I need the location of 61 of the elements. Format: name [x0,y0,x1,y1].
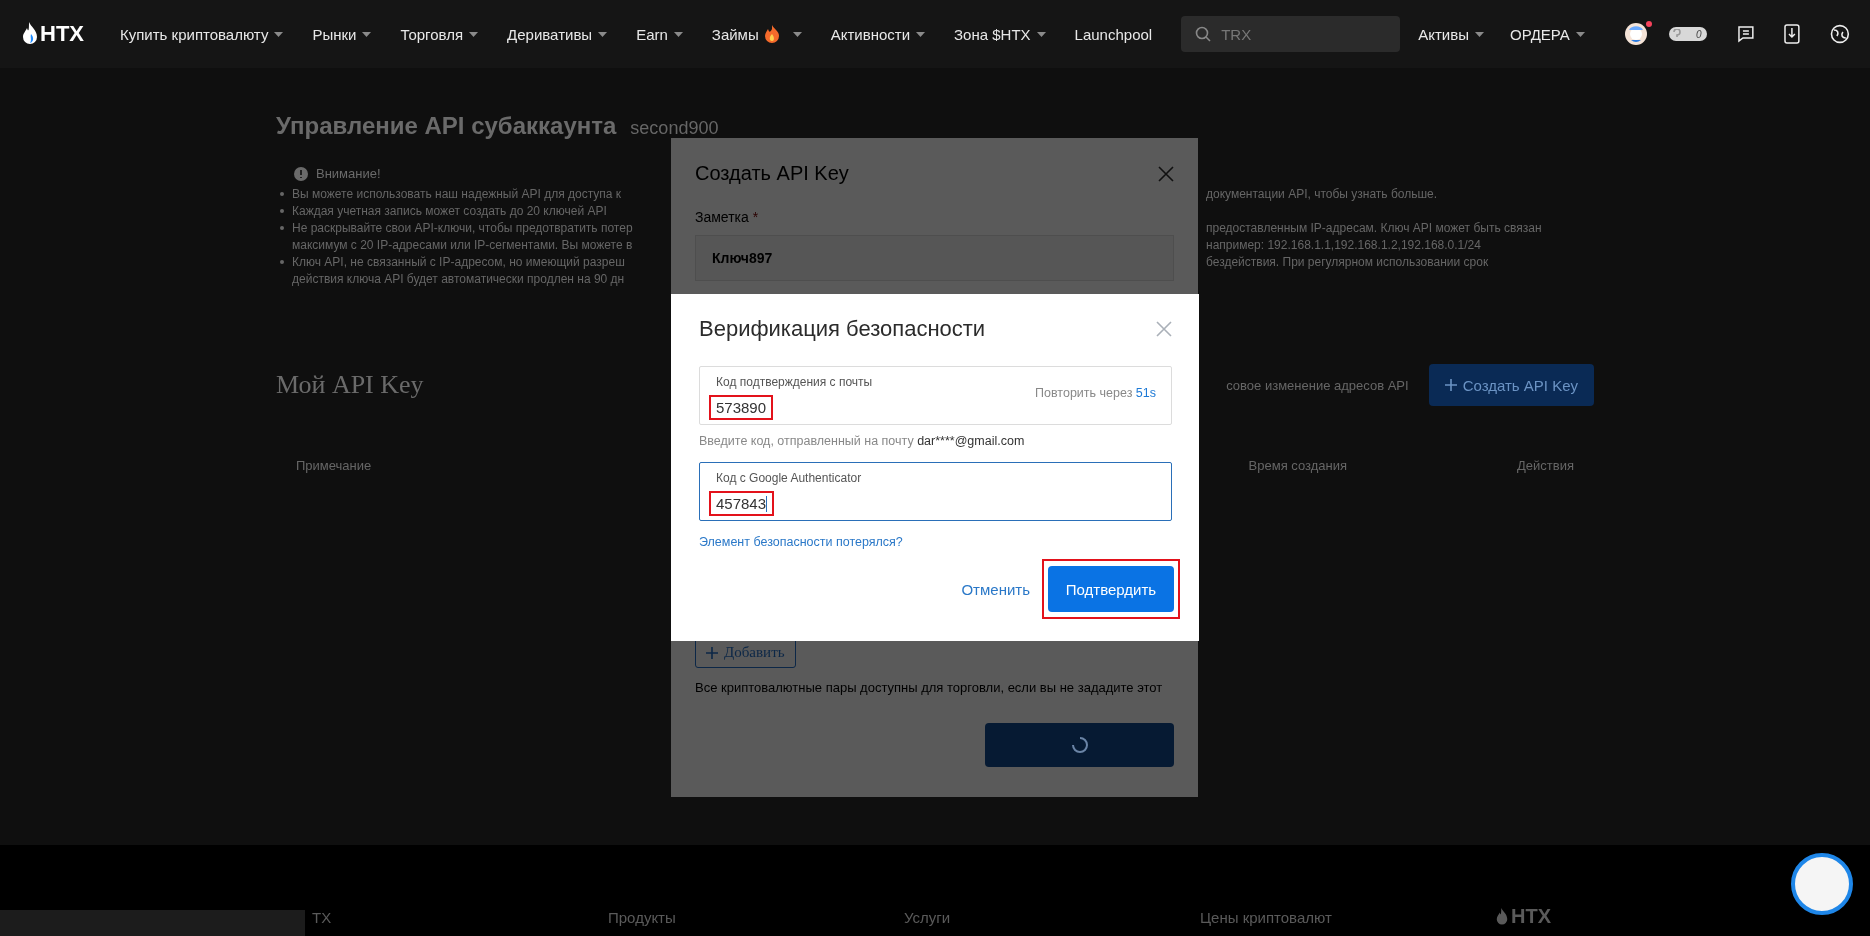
section-title: Мой API Key [276,370,424,400]
entered-code: 573890 [709,395,774,420]
warning-icon [294,166,308,181]
notice-text: документации API, чтобы узнать больше. [1206,187,1438,201]
notice-text: бездействия. При регулярном использовании срок [1206,255,1489,269]
required-mark: * [752,209,759,225]
field-label: Код с Google Authenticator [716,471,862,485]
notice-text: предоставленным IP-адресам. Ключ API может быть связан [1206,221,1542,235]
nav-menu-item[interactable]: Деривативы [507,25,608,43]
notice-title: Внимание! [316,166,381,181]
points-pill[interactable]: 0 [1668,27,1707,41]
column-header: Примечание [296,458,373,473]
nav-menu-item[interactable]: Активы [1418,25,1484,43]
nav-menu-item[interactable]: Зона $HTX [954,25,1046,43]
nav-menu-item[interactable]: Активности [830,25,926,43]
modal-title: Создать API Key [695,162,849,185]
create-api-key-button[interactable]: Создать API Key [1428,364,1594,406]
nav-menu-item[interactable]: Займы [711,25,802,43]
column-header: Действия [1517,458,1574,473]
footer-heading: TX [312,909,333,926]
globe-icon[interactable] [1830,24,1850,44]
modal-title: Верификация безопасности [699,316,986,342]
close-icon[interactable] [1158,165,1174,182]
search-icon [1195,26,1212,42]
email-hint: Введите код, отправленный на почту dar****@gmail.com [699,434,1026,448]
footer-heading: Услуги [904,909,952,926]
resend-countdown: Повторить через 51s [1035,386,1156,400]
footer-logo: HTX [1496,905,1551,928]
lost-security-item-link[interactable]: Элемент безопасности потерялся? [699,535,903,549]
nav-menu-item[interactable]: Рынки [312,25,372,43]
plus-icon [1444,379,1457,391]
entered-code: 457843 [709,491,775,516]
code-input-field[interactable]: Код подтверждения с почты 573890 Повторить через 51s [699,366,1172,425]
message-icon[interactable] [1736,25,1755,43]
nav-menu-item[interactable]: ОРДЕРА [1510,25,1585,43]
confirm-button[interactable]: Подтвердить [1048,566,1174,612]
notice-text: Ключ API, не связанный с IP-адресом, но имеющий разреш [292,255,625,269]
footer-heading: Продукты [608,909,677,926]
nav-menu-item[interactable]: Earn [636,25,683,43]
nav-menu-item[interactable]: Купить криптовалюту [120,25,284,43]
column-header: Время создания [1248,458,1348,473]
logo[interactable]: HTX [22,21,84,47]
field-label: Заметка [695,209,749,225]
trading-pairs-hint: Все криптовалютные пары доступны для торговли, если вы не зададите этот [695,680,1164,695]
account-name: second900 [630,118,719,139]
code-input-field[interactable]: Код с Google Authenticator 457843 [699,462,1172,521]
plus-icon [706,646,718,659]
notice-text: действия ключа API будет автоматически продлен на 90 дн [292,272,625,286]
page-title: Управление API субаккаунта [276,112,617,140]
avatar-icon[interactable] [1624,23,1647,45]
nav-menu-item[interactable]: Launchpool [1074,25,1153,43]
notice-text: например: 192.168.1.1,192.168.1.2,192.168.0.1/24 [1206,238,1481,252]
notice-text: Не раскрывайте свои API-ключи, чтобы предотвратить потер [292,221,633,235]
download-icon[interactable] [1784,24,1801,44]
notice-text: максимум с 20 IP-адресами или IP-сегментами. Вы можете в [292,238,633,252]
field-label: Код подтверждения с почты [716,375,873,389]
cancel-button[interactable]: Отменить [961,580,1030,598]
footer-heading: Цены криптовалют [1200,909,1333,926]
nav-menu-item[interactable]: Торговля [400,25,479,43]
notice-text: Каждая учетная запись может создать до 20 ключей API [292,204,607,218]
notice-text: Вы можете использовать наш надежный API для доступа к [292,187,622,201]
